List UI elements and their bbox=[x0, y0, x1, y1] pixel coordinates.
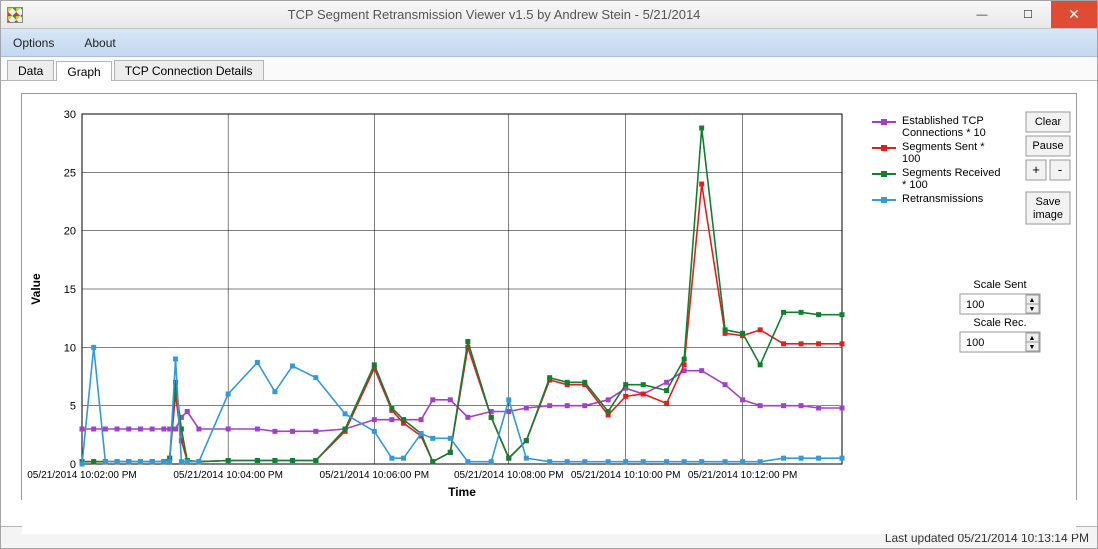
menu-about[interactable]: About bbox=[78, 34, 121, 52]
titlebar: TCP Segment Retransmission Viewer v1.5 b… bbox=[1, 1, 1097, 29]
svg-text:15: 15 bbox=[64, 284, 76, 296]
svg-text:100: 100 bbox=[902, 153, 920, 165]
svg-text:▼: ▼ bbox=[1029, 344, 1036, 351]
svg-text:Save: Save bbox=[1035, 196, 1060, 208]
maximize-button[interactable]: ☐ bbox=[1005, 1, 1051, 28]
svg-text:Pause: Pause bbox=[1032, 140, 1063, 152]
svg-text:▲: ▲ bbox=[1029, 297, 1036, 304]
svg-text:05/21/2014 10:02:00 PM: 05/21/2014 10:02:00 PM bbox=[27, 470, 137, 481]
chart-panel: 05101520253005/21/2014 10:02:00 PM05/21/… bbox=[21, 93, 1077, 500]
app-icon bbox=[7, 7, 23, 23]
minimize-button[interactable]: — bbox=[959, 1, 1005, 28]
menu-options[interactable]: Options bbox=[7, 34, 60, 52]
svg-text:05/21/2014 10:08:00 PM: 05/21/2014 10:08:00 PM bbox=[454, 470, 564, 481]
svg-text:Clear: Clear bbox=[1035, 116, 1062, 128]
svg-text:Retransmissions: Retransmissions bbox=[902, 193, 984, 205]
svg-text:Established TCP: Established TCP bbox=[902, 115, 984, 127]
tab-data[interactable]: Data bbox=[7, 60, 54, 80]
svg-text:Time: Time bbox=[448, 485, 476, 499]
svg-text:Scale Rec.: Scale Rec. bbox=[973, 317, 1026, 329]
content-area: 05101520253005/21/2014 10:02:00 PM05/21/… bbox=[1, 81, 1097, 526]
svg-text:-: - bbox=[1058, 162, 1062, 177]
svg-text:▼: ▼ bbox=[1029, 306, 1036, 313]
svg-text:Value: Value bbox=[29, 273, 43, 305]
svg-text:05/21/2014 10:04:00 PM: 05/21/2014 10:04:00 PM bbox=[173, 470, 283, 481]
tab-details[interactable]: TCP Connection Details bbox=[114, 60, 264, 80]
tab-graph[interactable]: Graph bbox=[56, 61, 111, 81]
svg-text:30: 30 bbox=[64, 109, 76, 121]
svg-text:Segments Received: Segments Received bbox=[902, 167, 1000, 179]
svg-text:100: 100 bbox=[966, 299, 984, 311]
tab-strip: Data Graph TCP Connection Details bbox=[1, 57, 1097, 81]
svg-text:Connections * 10: Connections * 10 bbox=[902, 127, 986, 139]
svg-text:Scale Sent: Scale Sent bbox=[973, 279, 1026, 291]
svg-text:05/21/2014 10:12:00 PM: 05/21/2014 10:12:00 PM bbox=[688, 470, 798, 481]
svg-text:Segments Sent *: Segments Sent * bbox=[902, 141, 985, 153]
svg-text:100: 100 bbox=[966, 337, 984, 349]
svg-text:+: + bbox=[1032, 162, 1040, 177]
close-button[interactable]: ✕ bbox=[1051, 1, 1097, 28]
menubar: Options About bbox=[1, 29, 1097, 57]
svg-text:10: 10 bbox=[64, 342, 76, 354]
svg-text:image: image bbox=[1033, 209, 1063, 221]
app-window: TCP Segment Retransmission Viewer v1.5 b… bbox=[0, 0, 1098, 549]
svg-text:05/21/2014 10:10:00 PM: 05/21/2014 10:10:00 PM bbox=[571, 470, 681, 481]
svg-text:▲: ▲ bbox=[1029, 335, 1036, 342]
svg-text:5: 5 bbox=[70, 401, 76, 413]
svg-text:25: 25 bbox=[64, 167, 76, 179]
window-controls: — ☐ ✕ bbox=[959, 1, 1097, 28]
window-title: TCP Segment Retransmission Viewer v1.5 b… bbox=[29, 7, 959, 22]
svg-text:* 100: * 100 bbox=[902, 179, 928, 191]
svg-text:20: 20 bbox=[64, 226, 76, 238]
svg-text:05/21/2014 10:06:00 PM: 05/21/2014 10:06:00 PM bbox=[320, 470, 430, 481]
